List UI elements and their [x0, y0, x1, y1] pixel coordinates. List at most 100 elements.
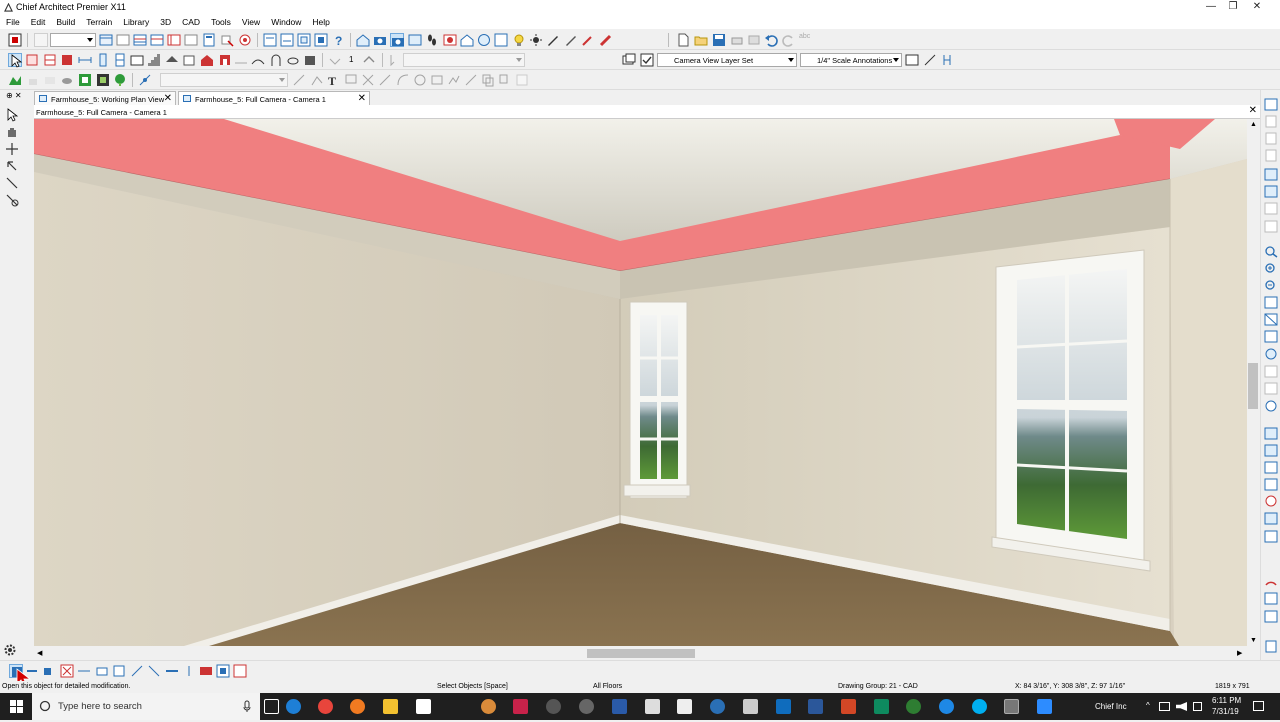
outlook-icon[interactable]	[776, 699, 791, 714]
stone-icon[interactable]	[43, 73, 57, 87]
layer-set-dropdown[interactable]: Camera View Layer Set	[657, 53, 797, 67]
update-3d-icon[interactable]	[443, 33, 457, 47]
save-icon[interactable]	[712, 33, 726, 47]
full-camera-icon[interactable]	[390, 33, 404, 47]
edge-icon[interactable]	[286, 699, 301, 714]
compass-icon[interactable]	[1264, 574, 1278, 587]
render-icon[interactable]	[477, 33, 491, 47]
pointer-icon[interactable]	[388, 53, 402, 67]
scroll-right-icon[interactable]: ▶	[1237, 649, 1242, 657]
layer-down-icon[interactable]	[1264, 461, 1278, 474]
reverse-icon[interactable]	[328, 53, 342, 67]
orbit-icon[interactable]	[5, 193, 19, 207]
cad-layer-dropdown[interactable]	[160, 73, 288, 87]
vector-view-icon[interactable]	[494, 33, 508, 47]
fill-window-icon[interactable]	[1264, 296, 1278, 309]
select-objects-icon[interactable]	[8, 53, 23, 68]
plant-icon[interactable]	[26, 73, 40, 87]
arc-icon[interactable]	[378, 73, 392, 87]
group-select-icon[interactable]	[25, 53, 39, 67]
tilt-icon[interactable]	[5, 176, 19, 190]
select-arrow-tool-icon[interactable]	[564, 33, 578, 47]
new-file-icon[interactable]	[676, 33, 690, 47]
anchor-icon[interactable]	[182, 664, 196, 678]
menu-cad[interactable]: CAD	[176, 15, 205, 29]
blank-icon[interactable]	[1264, 220, 1278, 233]
blank-icon[interactable]	[1264, 365, 1278, 378]
blank-icon[interactable]	[1264, 149, 1278, 162]
cabinet-tool-icon[interactable]	[130, 53, 144, 67]
layer-display-icon[interactable]	[622, 53, 636, 67]
zoom-in-icon[interactable]	[1264, 262, 1278, 275]
rectangle-icon[interactable]	[430, 73, 444, 87]
print-preview-icon[interactable]	[747, 33, 761, 47]
door-tool-icon[interactable]	[96, 53, 110, 67]
keyboard-icon[interactable]	[1193, 702, 1202, 711]
reshape-icon[interactable]	[147, 664, 161, 678]
clock-date[interactable]: 7/31/19	[1212, 707, 1239, 716]
settings-dbx-icon[interactable]	[314, 33, 328, 47]
scroll-left-icon[interactable]: ◀	[37, 649, 42, 657]
q-app-icon[interactable]	[513, 699, 528, 714]
rotate-icon[interactable]	[5, 159, 19, 173]
room-render[interactable]	[34, 119, 1247, 646]
menu-help[interactable]: Help	[306, 15, 334, 29]
undo-icon[interactable]	[764, 33, 778, 47]
start-button[interactable]	[0, 693, 32, 720]
app-icon[interactable]	[481, 699, 496, 714]
horizontal-scrollbar[interactable]: ◀ ▶	[34, 647, 1247, 660]
rock-icon[interactable]	[60, 73, 74, 87]
annotation-settings-icon[interactable]	[905, 53, 919, 67]
menu-window[interactable]: Window	[265, 15, 306, 29]
schedule-icon[interactable]	[133, 33, 147, 47]
paste-icon[interactable]	[498, 73, 512, 87]
scroll-down-icon[interactable]: ▼	[1250, 637, 1257, 644]
roof-tool-icon[interactable]	[165, 53, 179, 67]
arch-tool-icon[interactable]	[269, 53, 283, 67]
toolbar-dropdown[interactable]	[50, 33, 96, 47]
clock-time[interactable]: 6:11 PM	[1212, 696, 1241, 705]
menu-edit[interactable]: Edit	[25, 15, 51, 29]
horizontal-scroll-thumb[interactable]	[587, 649, 695, 658]
dimension-tool-icon[interactable]	[78, 53, 92, 67]
specification-icon[interactable]	[280, 33, 294, 47]
curve-icon[interactable]	[396, 73, 410, 87]
gear-app-icon[interactable]	[579, 699, 594, 714]
wall-tool-icon[interactable]	[43, 53, 57, 67]
window-tool-icon[interactable]	[113, 53, 127, 67]
delete-object-icon[interactable]	[220, 33, 234, 47]
box-tool-icon[interactable]	[303, 53, 317, 67]
bluebeam-icon[interactable]	[710, 699, 725, 714]
tab-close-icon[interactable]: ✕	[164, 93, 172, 104]
material-painter-icon[interactable]	[238, 33, 252, 47]
plan-view-icon[interactable]	[99, 33, 113, 47]
terrain-green-icon[interactable]	[8, 73, 22, 87]
polyline-icon[interactable]	[310, 73, 324, 87]
measure-icon[interactable]	[1264, 592, 1278, 605]
menu-view[interactable]: View	[236, 15, 265, 29]
move-icon[interactable]	[5, 142, 19, 156]
pan-hand-icon[interactable]	[5, 125, 19, 139]
menu-terrain[interactable]: Terrain	[80, 15, 117, 29]
menu-file[interactable]: File	[0, 15, 25, 29]
display-icon[interactable]	[216, 664, 230, 678]
line-icon[interactable]	[292, 73, 306, 87]
copy-icon[interactable]	[481, 73, 495, 87]
pin-icon[interactable]: ⊕ ✕	[6, 91, 28, 101]
calculator-icon[interactable]	[202, 33, 216, 47]
close-button[interactable]: ✕	[1234, 0, 1280, 15]
room-tool-icon[interactable]	[60, 53, 74, 67]
word-icon[interactable]	[808, 699, 823, 714]
floor-up-icon[interactable]	[1264, 478, 1278, 491]
cross-section-icon[interactable]	[167, 33, 181, 47]
blank-icon[interactable]	[1264, 132, 1278, 145]
print-3d-icon[interactable]	[1264, 400, 1278, 413]
zoom-icon[interactable]	[1264, 245, 1278, 258]
ellipse-tool-icon[interactable]	[286, 53, 300, 67]
annotation-set-dropdown[interactable]: 1/4" Scale Annotations	[800, 53, 902, 67]
delete-x-icon[interactable]	[60, 664, 74, 678]
dimension-settings-icon[interactable]	[1264, 610, 1278, 623]
material-icon[interactable]	[199, 664, 213, 678]
fireplace-tool-icon[interactable]	[218, 53, 232, 67]
pencil-icon[interactable]	[546, 33, 560, 47]
